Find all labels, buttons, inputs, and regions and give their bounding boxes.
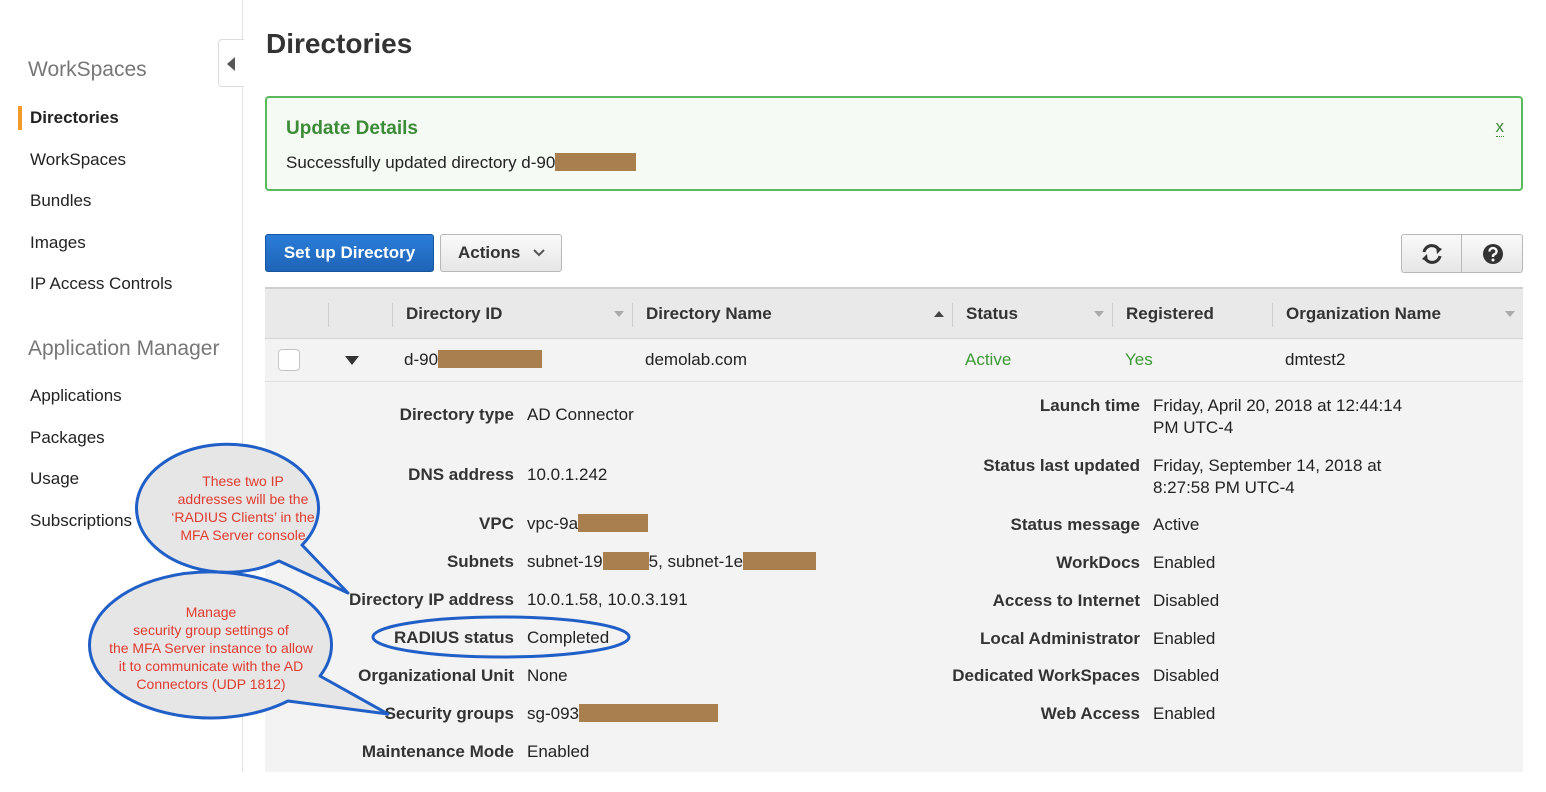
- callout-text-security-groups: Manage security group settings of the MF…: [92, 603, 330, 693]
- callout-text-ip-addresses: These two IP addresses will be the ‘RADI…: [152, 472, 334, 544]
- callout1-line: MFA Server console: [180, 527, 306, 543]
- callout2-line: Manage: [185, 604, 237, 620]
- callout2-line: the MFA Server instance to allow: [109, 640, 313, 656]
- callout1-line: ‘RADIUS Clients’ in the: [171, 509, 315, 525]
- callout2-line: security group settings of: [133, 622, 289, 638]
- callout2-line: it to communicate with the AD: [118, 658, 304, 674]
- radius-status-highlight: [371, 615, 631, 659]
- callout1-line: addresses will be the: [177, 491, 309, 507]
- callout2-line: Connectors (UDP 1812): [136, 676, 286, 692]
- callout1-line: These two IP: [202, 473, 284, 489]
